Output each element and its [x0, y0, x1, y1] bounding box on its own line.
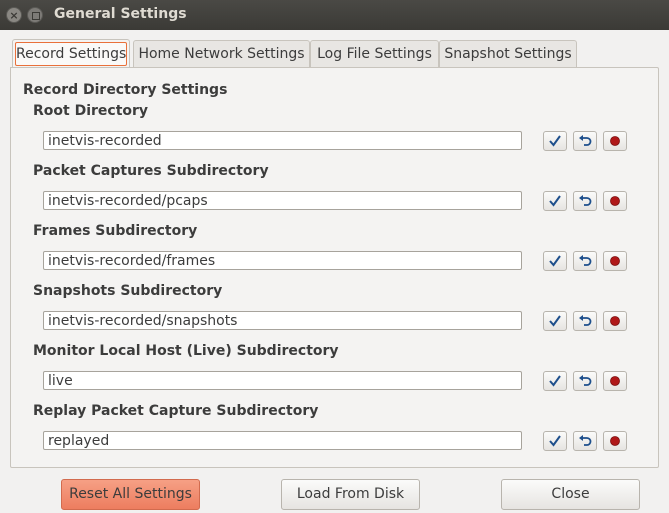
record-button[interactable] — [603, 431, 627, 451]
setting-row-root-directory: Root Directory — [11, 103, 658, 163]
window-close-button[interactable]: × — [6, 7, 22, 23]
apply-button[interactable] — [543, 371, 567, 391]
frames-subdirectory-input[interactable] — [43, 251, 522, 270]
window-title: General Settings — [54, 6, 187, 22]
row-label: Packet Captures Subdirectory — [33, 163, 269, 179]
setting-row-frames: Frames Subdirectory — [11, 223, 658, 283]
undo-button[interactable] — [573, 311, 597, 331]
record-button[interactable] — [603, 191, 627, 211]
tab-label: Snapshot Settings — [444, 46, 572, 62]
row-label: Snapshots Subdirectory — [33, 283, 223, 299]
live-subdirectory-input[interactable] — [43, 371, 522, 390]
apply-button[interactable] — [543, 191, 567, 211]
setting-row-replay-packet-capture: Replay Packet Capture Subdirectory — [11, 403, 658, 463]
undo-button[interactable] — [573, 431, 597, 451]
tab-label: Log File Settings — [317, 46, 432, 62]
setting-row-snapshots: Snapshots Subdirectory — [11, 283, 658, 343]
close-button[interactable]: Close — [501, 479, 640, 510]
undo-button[interactable] — [573, 251, 597, 271]
setting-row-packet-captures: Packet Captures Subdirectory — [11, 163, 658, 223]
undo-button[interactable] — [573, 371, 597, 391]
row-label: Replay Packet Capture Subdirectory — [33, 403, 319, 419]
tab-log-file-settings[interactable]: Log File Settings — [310, 40, 439, 67]
root-directory-input[interactable] — [43, 131, 522, 150]
row-label: Root Directory — [33, 103, 149, 119]
tab-snapshot-settings[interactable]: Snapshot Settings — [439, 40, 577, 67]
apply-button[interactable] — [543, 431, 567, 451]
section-title: Record Directory Settings — [23, 82, 228, 98]
tab-label: Record Settings — [15, 42, 127, 66]
record-button[interactable] — [603, 251, 627, 271]
apply-button[interactable] — [543, 311, 567, 331]
apply-button[interactable] — [543, 251, 567, 271]
undo-button[interactable] — [573, 191, 597, 211]
title-bar: × General Settings — [0, 0, 669, 30]
record-button[interactable] — [603, 371, 627, 391]
packet-captures-subdirectory-input[interactable] — [43, 191, 522, 210]
snapshots-subdirectory-input[interactable] — [43, 311, 522, 330]
setting-row-monitor-local-host: Monitor Local Host (Live) Subdirectory — [11, 343, 658, 403]
reset-all-settings-button[interactable]: Reset All Settings — [61, 479, 200, 510]
record-button[interactable] — [603, 311, 627, 331]
tab-label: Home Network Settings — [138, 46, 305, 62]
load-from-disk-button[interactable]: Load From Disk — [281, 479, 420, 510]
window-minimize-button[interactable] — [27, 7, 43, 23]
record-button[interactable] — [603, 131, 627, 151]
replayed-subdirectory-input[interactable] — [43, 431, 522, 450]
tab-record-settings[interactable]: Record Settings — [12, 39, 130, 68]
row-label: Monitor Local Host (Live) Subdirectory — [33, 343, 339, 359]
undo-button[interactable] — [573, 131, 597, 151]
record-settings-panel: Record Directory Settings Root Directory… — [10, 67, 659, 468]
apply-button[interactable] — [543, 131, 567, 151]
tab-home-network-settings[interactable]: Home Network Settings — [133, 40, 310, 67]
row-label: Frames Subdirectory — [33, 223, 198, 239]
